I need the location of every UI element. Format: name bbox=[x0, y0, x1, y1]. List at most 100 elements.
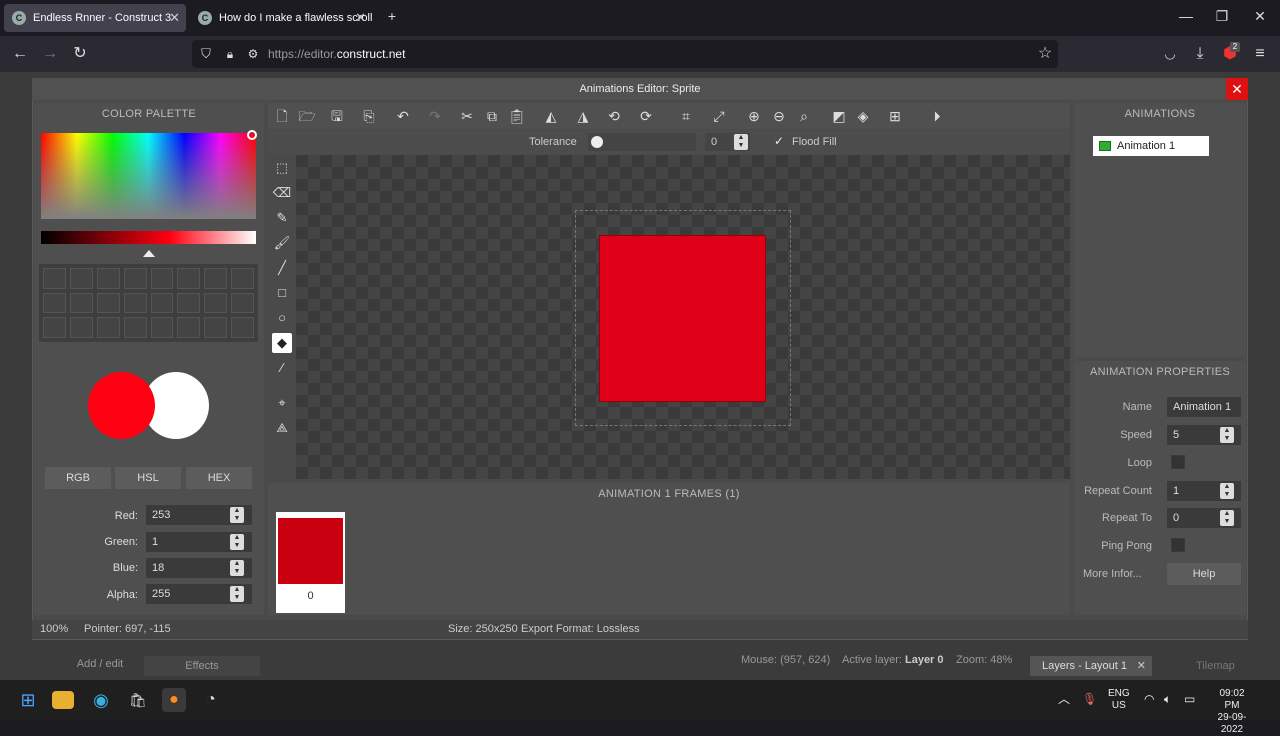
swatch[interactable] bbox=[150, 317, 174, 338]
swatch[interactable] bbox=[43, 292, 66, 314]
hsl-button[interactable]: HSL bbox=[115, 467, 181, 489]
loop-checkbox[interactable] bbox=[1171, 455, 1185, 469]
ping-pong-checkbox[interactable] bbox=[1171, 538, 1185, 552]
line-icon[interactable]: ╱ bbox=[272, 258, 292, 278]
reload-icon[interactable]: ↻ bbox=[70, 44, 90, 64]
swatch[interactable] bbox=[150, 268, 174, 289]
wifi-icon[interactable]: ◠ bbox=[1144, 693, 1154, 705]
swatch[interactable] bbox=[43, 268, 66, 289]
swatch[interactable] bbox=[43, 317, 66, 338]
tray-chevron-icon[interactable]: ︿ bbox=[1058, 693, 1070, 705]
microphone-icon[interactable]: 🎙︎ bbox=[1082, 693, 1097, 705]
more-info-link[interactable]: More Infor... bbox=[1083, 568, 1142, 580]
background-toggle-icon[interactable]: ◩ bbox=[830, 107, 848, 125]
speed-stepper[interactable]: ▲ ▼ bbox=[1220, 427, 1234, 443]
luminance-handle[interactable] bbox=[143, 250, 155, 257]
eraser-icon[interactable]: ⌫ bbox=[272, 183, 292, 203]
help-button[interactable]: Help bbox=[1167, 563, 1241, 585]
flood-fill-checkbox[interactable]: ✓ bbox=[774, 134, 784, 148]
copy-icon[interactable]: ⧉ bbox=[483, 107, 501, 125]
edge-icon[interactable]: ◉ bbox=[89, 688, 113, 712]
store-icon[interactable]: 🛍︎ bbox=[126, 688, 150, 712]
effects-tab[interactable]: Effects bbox=[144, 656, 260, 676]
swatch[interactable] bbox=[123, 317, 147, 338]
rgb-button[interactable]: RGB bbox=[45, 467, 111, 489]
construct-taskbar-icon[interactable]: ◔ bbox=[199, 688, 223, 712]
swatch[interactable] bbox=[96, 317, 120, 338]
swatch[interactable] bbox=[96, 292, 120, 314]
color-picker-icon[interactable]: ⁄ bbox=[272, 358, 292, 378]
swatch[interactable] bbox=[177, 268, 201, 289]
preview-play-icon[interactable]: ⏵ bbox=[928, 107, 946, 125]
swatch[interactable] bbox=[231, 317, 254, 338]
swatch[interactable] bbox=[123, 292, 147, 314]
flip-horizontal-icon[interactable]: ◭ bbox=[542, 107, 560, 125]
tolerance-slider[interactable] bbox=[588, 133, 696, 151]
sprite-image[interactable] bbox=[599, 235, 766, 402]
origin-point-icon[interactable]: ⌖ bbox=[272, 393, 292, 413]
swatch[interactable] bbox=[69, 317, 93, 338]
forward-icon[interactable]: → bbox=[40, 44, 60, 64]
fill-bucket-icon[interactable]: ◆ bbox=[272, 333, 292, 353]
flip-vertical-icon[interactable]: ◮ bbox=[574, 107, 592, 125]
pencil-icon[interactable]: ✎ bbox=[272, 208, 292, 228]
dialog-close-button[interactable]: ✕ bbox=[1226, 78, 1248, 100]
color-spectrum-picker[interactable] bbox=[41, 133, 256, 219]
swatch[interactable] bbox=[204, 268, 228, 289]
menu-icon[interactable]: ≡ bbox=[1250, 44, 1270, 64]
pocket-icon[interactable]: ◡ bbox=[1160, 44, 1180, 64]
swatch[interactable] bbox=[204, 317, 228, 338]
hex-button[interactable]: HEX bbox=[186, 467, 252, 489]
windows-start-icon[interactable]: ⊞ bbox=[16, 688, 40, 712]
ellipse-icon[interactable]: ○ bbox=[272, 308, 292, 328]
window-close-icon[interactable]: ✕ bbox=[1250, 8, 1270, 25]
swatch[interactable] bbox=[177, 317, 201, 338]
cut-icon[interactable]: ✂ bbox=[458, 107, 476, 125]
green-stepper[interactable]: ▲ ▼ bbox=[230, 534, 244, 550]
export-icon[interactable]: ⎘ bbox=[360, 107, 378, 125]
redo-icon[interactable]: ↷ bbox=[426, 107, 444, 125]
paste-icon[interactable]: 📋︎ bbox=[508, 107, 526, 125]
file-explorer-icon[interactable] bbox=[52, 691, 74, 709]
collision-polygon-icon[interactable]: ⟁ bbox=[272, 418, 292, 438]
layers-icon[interactable]: ◈ bbox=[854, 107, 872, 125]
bookmark-star-icon[interactable]: ☆ bbox=[1035, 44, 1055, 64]
alpha-stepper[interactable]: ▲ ▼ bbox=[230, 586, 244, 602]
repeat-to-stepper[interactable]: ▲ ▼ bbox=[1220, 510, 1234, 526]
rotate-cw-icon[interactable]: ⟳ bbox=[637, 107, 655, 125]
new-tab-icon[interactable]: + bbox=[382, 8, 402, 24]
maximize-icon[interactable]: ❐ bbox=[1212, 8, 1232, 25]
tolerance-handle[interactable] bbox=[591, 136, 603, 148]
download-icon[interactable]: ⤓ bbox=[1190, 44, 1210, 64]
lock-icon[interactable]: 🔒︎ bbox=[220, 44, 240, 64]
undo-icon[interactable]: ↶ bbox=[394, 107, 412, 125]
permissions-icon[interactable]: ⚙ bbox=[243, 44, 263, 64]
repeat-count-stepper[interactable]: ▲ ▼ bbox=[1220, 483, 1234, 499]
swatch[interactable] bbox=[204, 292, 228, 314]
language-indicator[interactable]: ENG US bbox=[1108, 688, 1130, 712]
zoom-out-icon[interactable]: ⊖ bbox=[770, 107, 788, 125]
swatch[interactable] bbox=[177, 292, 201, 314]
resize-icon[interactable]: ⤢ bbox=[710, 107, 728, 125]
close-icon[interactable]: ✕ bbox=[1137, 656, 1146, 676]
rectangle-select-icon[interactable]: ⬚ bbox=[272, 158, 292, 178]
luminance-slider[interactable] bbox=[41, 231, 256, 244]
rectangle-icon[interactable]: □ bbox=[272, 283, 292, 303]
swatch[interactable] bbox=[150, 292, 174, 314]
swatch[interactable] bbox=[96, 268, 120, 289]
swatch[interactable] bbox=[69, 292, 93, 314]
layers-tab[interactable]: Layers - Layout 1 ✕ bbox=[1030, 656, 1152, 676]
spectrum-handle[interactable] bbox=[247, 130, 257, 140]
battery-icon[interactable]: ▭ bbox=[1184, 693, 1195, 705]
new-file-icon[interactable]: 🗋︎ bbox=[273, 107, 291, 125]
blue-stepper[interactable]: ▲ ▼ bbox=[230, 560, 244, 576]
zoom-reset-icon[interactable]: ⌕ bbox=[795, 107, 813, 125]
volume-icon[interactable]: 🔈︎ bbox=[1164, 693, 1171, 705]
shield-icon[interactable]: ⛉ bbox=[196, 44, 216, 64]
grid-icon[interactable]: ⊞ bbox=[886, 107, 904, 125]
clock[interactable]: 09:02 PM 29-09-2022 bbox=[1212, 688, 1252, 736]
name-input[interactable]: Animation 1 bbox=[1167, 397, 1241, 417]
swatch[interactable] bbox=[231, 268, 254, 289]
crop-icon[interactable]: ⌗ bbox=[677, 107, 695, 125]
save-icon[interactable]: 🖫︎ bbox=[328, 107, 346, 125]
